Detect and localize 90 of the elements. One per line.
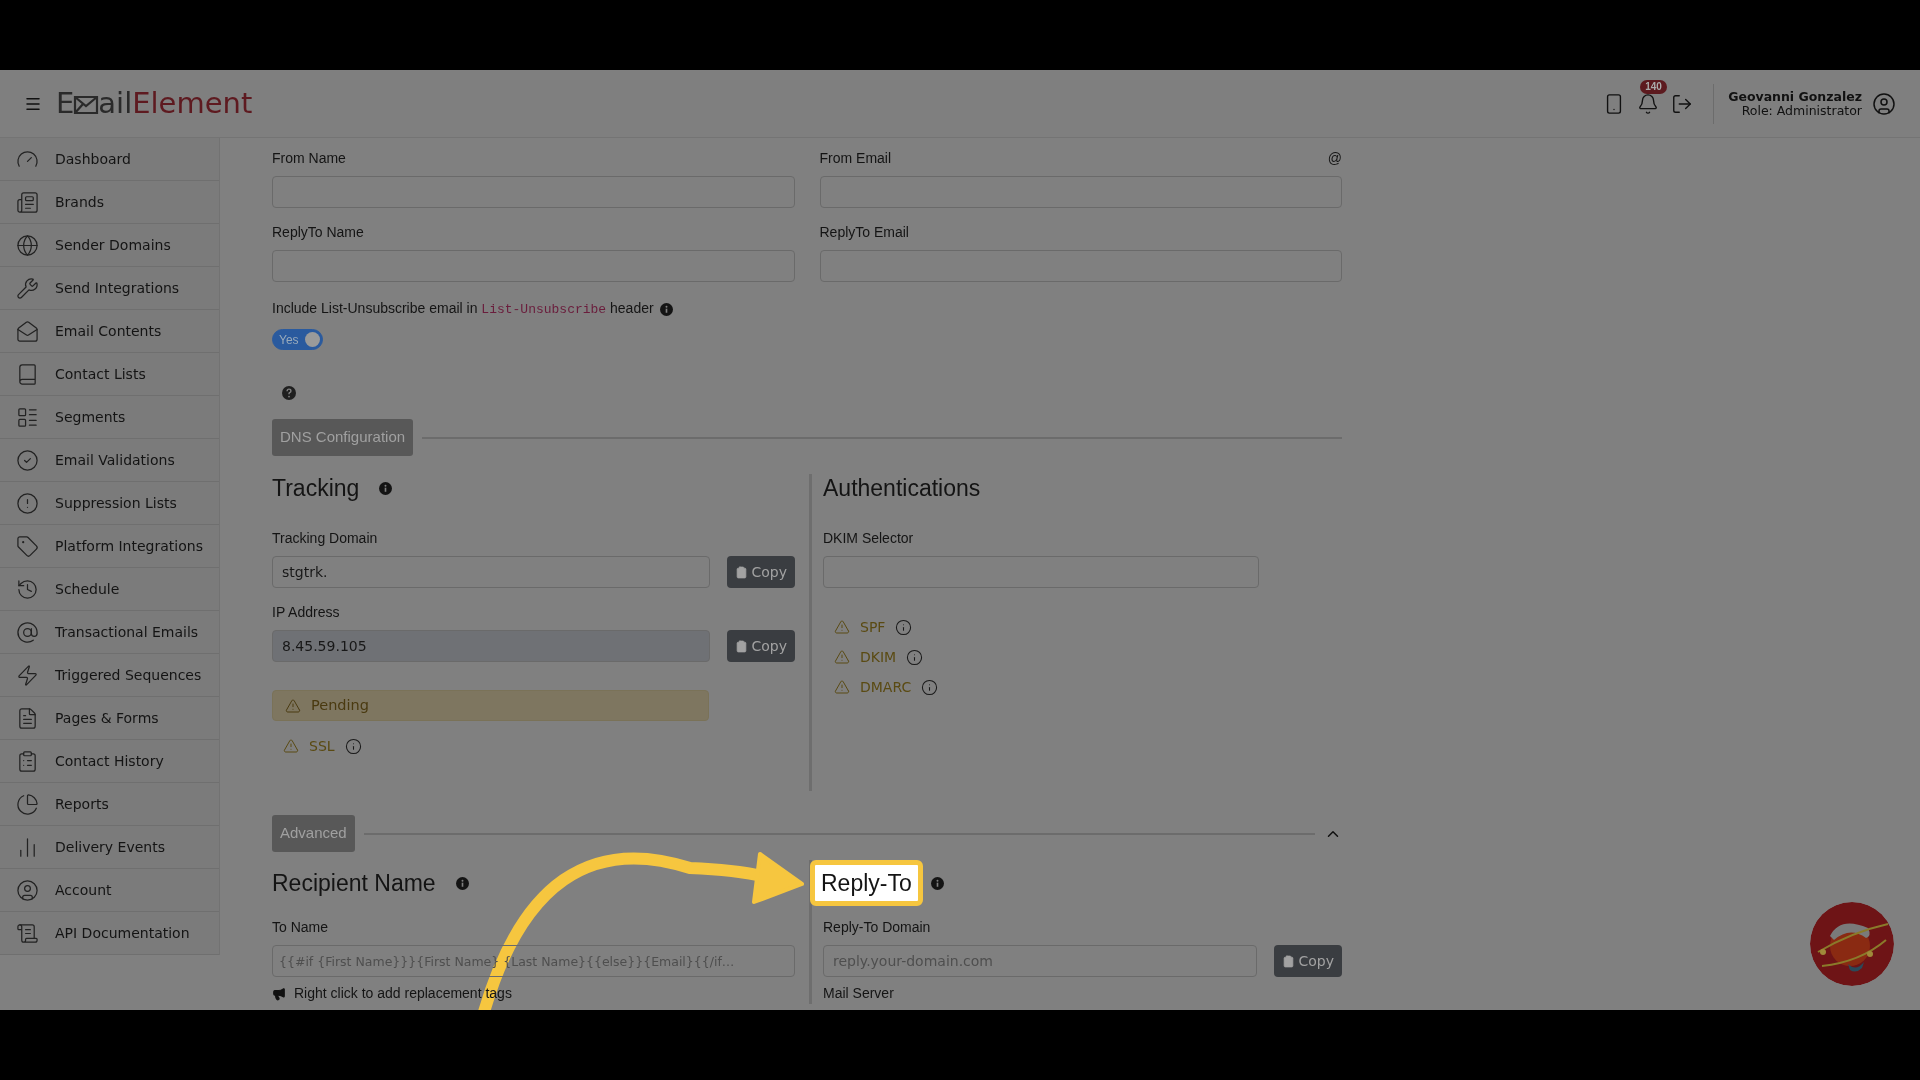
sidebar-item[interactable]: Segments (0, 396, 219, 439)
warning-icon (283, 738, 299, 754)
envelope-icon (16, 319, 39, 343)
globe-icon (16, 233, 39, 257)
field-label: To Name (272, 917, 329, 937)
warning-icon (834, 679, 850, 695)
list-icon (16, 405, 39, 429)
at-sign-icon (16, 620, 39, 644)
field-label: Reply-To Domain (823, 917, 931, 937)
sidebar-item[interactable]: Triggered Sequences (0, 654, 219, 697)
info-icon[interactable] (906, 648, 924, 666)
sidebar-item[interactable]: Email Validations (0, 439, 219, 482)
info-icon[interactable] (659, 302, 673, 316)
check-label: DMARC (860, 677, 912, 697)
bell-icon[interactable] (1637, 92, 1660, 115)
sidebar-item[interactable]: Contact History (0, 740, 219, 783)
field-label: From Email (819, 148, 892, 168)
field-label: From Name (272, 148, 346, 168)
sidebar-item[interactable]: Dashboard (0, 138, 219, 181)
status-text: Pending (311, 695, 369, 715)
field-label: IP Address (272, 602, 340, 622)
sidebar-item[interactable]: Transactional Emails (0, 611, 219, 654)
tag-icon (16, 534, 39, 558)
info-icon[interactable] (921, 678, 939, 696)
megaphone-icon (272, 986, 286, 1001)
wrench-icon (16, 276, 39, 300)
info-icon[interactable] (455, 876, 469, 890)
warning-icon (285, 697, 301, 714)
section-button[interactable]: Advanced (272, 815, 355, 852)
pie-chart-icon (16, 792, 39, 816)
logo-accent-text: Element (132, 89, 253, 118)
document-icon (16, 706, 39, 730)
document-icon (16, 921, 39, 945)
input-field[interactable]: stgtrk. (272, 556, 711, 588)
info-icon[interactable] (895, 618, 913, 636)
at-sign: @ (1327, 148, 1342, 168)
sidebar-item[interactable]: API Documentation (0, 912, 219, 955)
card-icon (16, 190, 39, 214)
field-label: ReplyTo Name (272, 222, 364, 242)
sidebar-item[interactable]: Send Integrations (0, 267, 219, 310)
section-button[interactable]: DNS Configuration (272, 419, 414, 456)
section-title: Recipient Name (272, 868, 436, 898)
sidebar-item[interactable]: Contact Lists (0, 353, 219, 396)
field-label: ReplyTo Email (819, 222, 909, 242)
warning-icon (834, 649, 850, 665)
unsubscribe-label: Include List-Unsubscribe email in List-Unsubscribe header (272, 299, 654, 320)
check-label: SPF (860, 617, 886, 637)
sidebar-item[interactable]: Schedule (0, 568, 219, 611)
sidebar-item[interactable]: Sender Domains (0, 224, 219, 267)
logo-text: ail (98, 89, 133, 118)
sidebar-item[interactable]: Account (0, 869, 219, 912)
field-label: Mail Server (823, 984, 895, 1003)
clock-icon (16, 577, 39, 601)
section-title: Tracking (272, 473, 360, 503)
field-label: DKIM Selector (823, 528, 914, 548)
notification-badge: 140 (1640, 79, 1667, 94)
info-icon[interactable] (344, 737, 362, 755)
section-title: Authentications (823, 473, 981, 503)
check-label: SSL (309, 736, 335, 756)
copy-button[interactable]: Copy (1274, 945, 1342, 977)
toggle-switch[interactable]: Yes (272, 329, 323, 350)
info-icon[interactable] (379, 481, 393, 495)
check-circle-icon (16, 448, 39, 472)
sidebar-item[interactable]: Platform Integrations (0, 525, 219, 568)
clipboard-icon (735, 639, 749, 653)
logo-text: E (56, 89, 75, 118)
sidebar-item[interactable]: Pages & Forms (0, 697, 219, 740)
sidebar-item[interactable]: Suppression Lists (0, 482, 219, 525)
clipboard-icon (16, 749, 39, 773)
user-circle-icon (16, 878, 39, 902)
user-name: Geovanni Gonzalez (1728, 89, 1862, 104)
copy-button[interactable]: Copy (727, 556, 795, 588)
alert-circle-icon (16, 491, 39, 515)
logout-icon[interactable] (1671, 92, 1694, 115)
sidebar-item[interactable]: Email Contents (0, 310, 219, 353)
clipboard-icon (1282, 954, 1296, 968)
section-title: Reply-To (810, 860, 923, 906)
sidebar-item[interactable]: Reports (0, 783, 219, 826)
field-label: Tracking Domain (272, 528, 378, 548)
info-icon[interactable] (930, 876, 944, 890)
check-label: DKIM (860, 647, 897, 667)
book-icon (16, 362, 39, 386)
clipboard-icon (735, 565, 749, 579)
sidebar-item[interactable]: Delivery Events (0, 826, 219, 869)
user-avatar-icon[interactable] (1872, 91, 1896, 116)
warning-icon (834, 619, 850, 635)
help-icon[interactable] (282, 386, 296, 400)
lightning-icon (16, 663, 39, 687)
sidebar-item[interactable]: Brands (0, 181, 219, 224)
user-role: Role: Administrator (1741, 103, 1862, 118)
